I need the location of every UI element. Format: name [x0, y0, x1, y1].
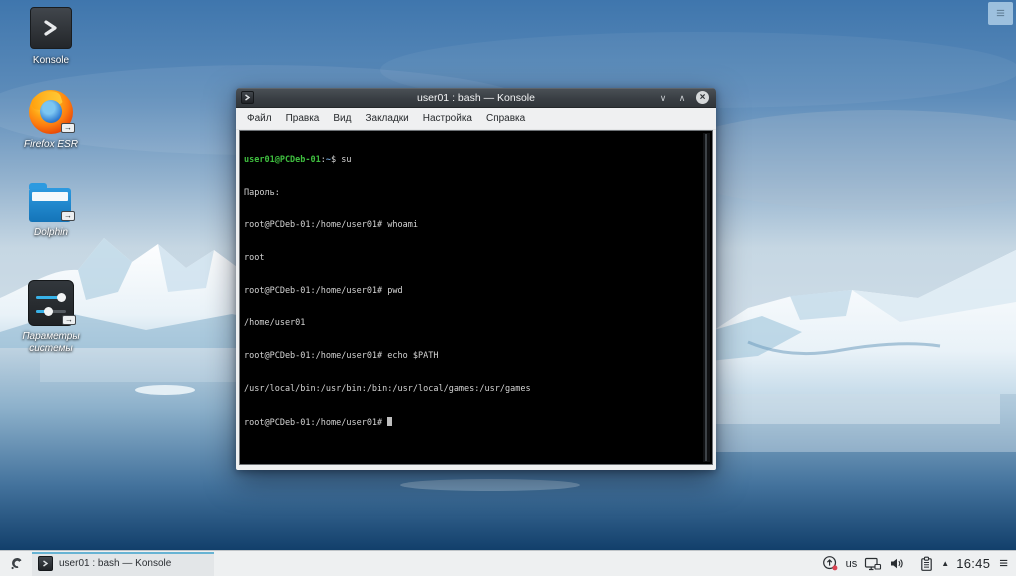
desktop-icon-label: Firefox ESR: [24, 139, 78, 150]
desktop-icon-system-settings[interactable]: → Параметры системы: [6, 280, 96, 355]
window-titlebar[interactable]: user01 : bash — Konsole ∨ ∧ ×: [236, 88, 716, 108]
window-title: user01 : bash — Konsole: [417, 91, 535, 104]
menu-bookmarks[interactable]: Закладки: [358, 110, 415, 127]
terminal-line: root@PCDeb-01:/home/user01# whoami: [244, 220, 418, 231]
desktop-icon-dolphin[interactable]: → Dolphin: [6, 182, 96, 239]
network-tray-icon[interactable]: [864, 556, 882, 572]
clock[interactable]: 16:45: [956, 556, 990, 571]
terminal-view[interactable]: user01@PCDeb-01:~$ su Пароль: root@PCDeb…: [239, 130, 713, 465]
konsole-window: user01 : bash — Konsole ∨ ∧ × Файл Правк…: [236, 88, 716, 470]
maximize-button[interactable]: ∧: [677, 93, 687, 102]
konsole-task-icon: [38, 556, 53, 571]
desktop-toolbox-button[interactable]: ≡: [988, 2, 1013, 25]
desktop-icon-label: Dolphin: [34, 227, 68, 238]
hamburger-icon: ≡: [996, 5, 1005, 22]
terminal-line: /usr/local/bin:/usr/bin:/bin:/usr/local/…: [244, 383, 531, 394]
shortcut-link-emblem-icon: →: [61, 123, 75, 133]
clipboard-tray-icon[interactable]: [919, 556, 934, 572]
terminal-line: /home/user01: [244, 318, 306, 329]
desktop-icon-firefox[interactable]: → Firefox ESR: [6, 87, 96, 151]
terminal-line: Пароль:: [244, 187, 280, 198]
shortcut-link-emblem-icon: →: [62, 315, 76, 325]
debian-swirl-icon: [11, 557, 21, 570]
window-content: user01@PCDeb-01:~$ su Пароль: root@PCDeb…: [236, 130, 716, 470]
desktop: Konsole → Firefox ESR → Dolphin → Параме…: [0, 0, 1016, 576]
terminal-line: root@PCDeb-01:/home/user01# echo $PATH: [244, 351, 439, 362]
terminal-cursor: [387, 416, 393, 426]
close-button[interactable]: ×: [696, 91, 709, 104]
minimize-button[interactable]: ∨: [658, 93, 668, 102]
task-label: user01 : bash — Konsole: [59, 558, 172, 569]
desktop-icon-konsole[interactable]: Konsole: [6, 6, 96, 67]
menu-file[interactable]: Файл: [240, 110, 279, 127]
terminal-line: root@PCDeb-01:/home/user01#: [244, 416, 708, 429]
system-tray: us ▲ 16:45 ≡: [822, 555, 1016, 572]
terminal-scrollbar[interactable]: [703, 133, 710, 462]
keyboard-layout-indicator[interactable]: us: [846, 558, 858, 570]
panel-menu-button[interactable]: ≡: [997, 555, 1010, 572]
taskbar-task-konsole[interactable]: user01 : bash — Konsole: [32, 551, 214, 576]
window-menubar: Файл Правка Вид Закладки Настройка Справ…: [236, 108, 716, 130]
app-launcher-button[interactable]: [4, 552, 28, 576]
desktop-icon-label: Konsole: [32, 55, 70, 66]
konsole-icon: [30, 7, 72, 49]
shortcut-link-emblem-icon: →: [61, 211, 75, 221]
terminal-line: user01@PCDeb-01:~$ su: [244, 154, 352, 165]
updates-tray-icon[interactable]: [822, 555, 839, 572]
menu-settings[interactable]: Настройка: [416, 110, 479, 127]
desktop-icon-label: Параметры системы: [22, 331, 80, 354]
terminal-line: root: [244, 252, 265, 263]
tray-expander-icon[interactable]: ▲: [941, 559, 949, 568]
menu-view[interactable]: Вид: [326, 110, 358, 127]
menu-edit[interactable]: Правка: [279, 110, 327, 127]
terminal-line: root@PCDeb-01:/home/user01# pwd: [244, 285, 403, 296]
menu-help[interactable]: Справка: [479, 110, 532, 127]
volume-tray-icon[interactable]: [889, 556, 904, 571]
taskbar: user01 : bash — Konsole us ▲ 16:45 ≡: [0, 550, 1016, 576]
